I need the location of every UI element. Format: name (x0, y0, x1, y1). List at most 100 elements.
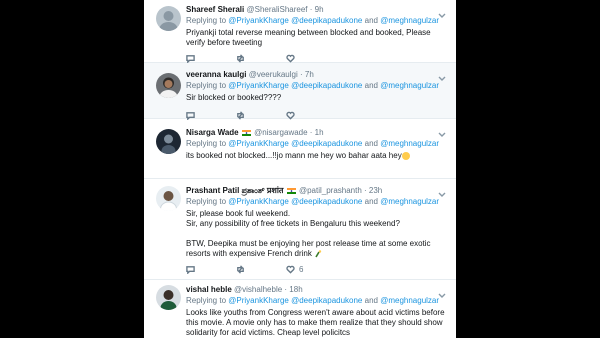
replying-label: Replying to (186, 197, 227, 206)
display-name[interactable]: Shareef Sherali (186, 5, 244, 14)
tweet-text-line: Sir blocked or booked???? (186, 93, 282, 102)
retweet-icon (237, 265, 244, 274)
tweet[interactable]: veeranna kaulgi @veerukaulgi · 7h Replyi… (144, 63, 456, 120)
handle[interactable]: @nisargawade (254, 128, 307, 137)
reply-button[interactable] (186, 265, 195, 274)
tweet-text-line: its booked not blocked...!!jo mann me he… (186, 151, 402, 160)
like-button[interactable]: 6 (286, 265, 303, 274)
and-label: and (364, 16, 378, 25)
mention-link[interactable]: @meghnagulzar (380, 296, 439, 305)
tweet-text: its booked not blocked...!!jo mann me he… (186, 151, 446, 161)
replying-to: Replying to @PriyankKharge @deepikapaduk… (186, 139, 446, 149)
reply-icon (186, 55, 195, 63)
handle[interactable]: @vishalheble (234, 285, 282, 294)
tweet-text-line: Sir, please book ful weekend. (186, 209, 291, 218)
handle[interactable]: @patil_prashanth (299, 186, 362, 195)
like-count: 6 (299, 265, 304, 274)
tweet-text-line: BTW, Deepika must be enjoying her post r… (186, 239, 431, 258)
tweet-text: Priyankji total reverse meaning between … (186, 28, 446, 48)
india-flag-icon (241, 129, 251, 136)
champagne-emoji-icon (315, 250, 322, 258)
mention-link[interactable]: @meghnagulzar (380, 81, 439, 90)
reply-icon (186, 266, 195, 274)
like-icon (286, 54, 295, 63)
reply-thread: Shareef Sherali @SheraliShareef · 9h Rep… (144, 0, 456, 338)
mention-link[interactable]: @PriyankKharge (228, 296, 289, 305)
mention-link[interactable]: @meghnagulzar (380, 139, 439, 148)
mention-link[interactable]: @deepikapadukone (291, 16, 362, 25)
mention-link[interactable]: @PriyankKharge (228, 16, 289, 25)
display-name[interactable]: Prashant Patil ಪ್ರಶಾಂತ್ प्रशांत (186, 186, 283, 195)
mention-link[interactable]: @deepikapadukone (291, 139, 362, 148)
replying-label: Replying to (186, 296, 227, 305)
timestamp[interactable]: · 23h (364, 186, 382, 195)
tweet[interactable]: Nisarga Wade @nisargawade · 1h Replying … (144, 119, 456, 179)
replying-label: Replying to (186, 139, 227, 148)
tweet-text: Sir blocked or booked???? (186, 93, 446, 103)
display-name[interactable]: vishal heble (186, 285, 232, 294)
replying-label: Replying to (186, 16, 227, 25)
replying-to: Replying to @PriyankKharge @deepikapaduk… (186, 197, 446, 207)
tweet-header: veeranna kaulgi @veerukaulgi · 7h (186, 70, 446, 80)
tweet-header: Shareef Sherali @SheraliShareef · 9h (186, 5, 446, 15)
display-name[interactable]: veeranna kaulgi (186, 70, 246, 79)
caret-down-icon (438, 192, 446, 197)
display-name[interactable]: Nisarga Wade (186, 128, 239, 137)
mention-link[interactable]: @deepikapadukone (291, 81, 362, 90)
avatar[interactable] (156, 6, 181, 31)
and-label: and (364, 139, 378, 148)
avatar[interactable] (156, 129, 181, 154)
avatar[interactable] (156, 285, 181, 310)
caret-down-icon (438, 76, 446, 81)
mention-link[interactable]: @deepikapadukone (291, 197, 362, 206)
tweet[interactable]: Shareef Sherali @SheraliShareef · 9h Rep… (144, 0, 456, 63)
and-label: and (364, 296, 378, 305)
tweet-menu-button[interactable] (438, 6, 446, 18)
tweet[interactable]: Prashant Patil ಪ್ರಶಾಂತ್ प्रशांत @patil_p… (144, 179, 456, 280)
and-label: and (364, 197, 378, 206)
tweet-menu-button[interactable] (438, 69, 446, 81)
tweet-header: Prashant Patil ಪ್ರಶಾಂತ್ प्रशांत @patil_p… (186, 186, 446, 196)
mention-link[interactable]: @meghnagulzar (380, 16, 439, 25)
tweet-text-line: Sir, any possibility of free tickets in … (186, 219, 400, 228)
handle[interactable]: @SheraliShareef (246, 5, 307, 14)
timestamp[interactable]: · 1h (310, 128, 324, 137)
timestamp[interactable]: · 7h (300, 70, 314, 79)
mention-link[interactable]: @PriyankKharge (228, 197, 289, 206)
replying-to: Replying to @PriyankKharge @deepikapaduk… (186, 81, 446, 91)
timestamp[interactable]: · 18h (284, 285, 302, 294)
tweet-text: Looks like youths from Congress weren't … (186, 308, 446, 338)
tweet-menu-button[interactable] (438, 286, 446, 298)
india-flag-icon (286, 187, 296, 194)
avatar[interactable] (156, 186, 181, 211)
laughing-emoji-icon (401, 151, 410, 160)
tweet-text-line: Looks like youths from Congress weren't … (186, 308, 445, 337)
tweet-actions: 6 (186, 265, 446, 275)
like-button[interactable] (286, 54, 299, 63)
tweet-header: vishal heble @vishalheble · 18h (186, 285, 446, 295)
like-icon (286, 265, 295, 274)
mention-link[interactable]: @deepikapadukone (291, 296, 362, 305)
replying-to: Replying to @PriyankKharge @deepikapaduk… (186, 296, 446, 306)
avatar[interactable] (156, 73, 181, 98)
tweet-menu-button[interactable] (438, 185, 446, 197)
replying-label: Replying to (186, 81, 227, 90)
retweet-icon (237, 54, 244, 63)
tweet-text: Sir, please book ful weekend. Sir, any p… (186, 209, 446, 259)
tweet[interactable]: vishal heble @vishalheble · 18h Replying… (144, 280, 456, 338)
timestamp[interactable]: · 9h (310, 5, 324, 14)
and-label: and (364, 81, 378, 90)
retweet-button[interactable] (236, 265, 245, 274)
caret-down-icon (438, 132, 446, 137)
caret-down-icon (438, 293, 446, 298)
mention-link[interactable]: @PriyankKharge (228, 139, 289, 148)
tweet-text-line: Priyankji total reverse meaning between … (186, 28, 431, 47)
tweet-menu-button[interactable] (438, 125, 446, 137)
replying-to: Replying to @PriyankKharge @deepikapaduk… (186, 16, 446, 26)
retweet-button[interactable] (236, 54, 245, 63)
tweet-header: Nisarga Wade @nisargawade · 1h (186, 128, 446, 138)
mention-link[interactable]: @PriyankKharge (228, 81, 289, 90)
mention-link[interactable]: @meghnagulzar (380, 197, 439, 206)
handle[interactable]: @veerukaulgi (249, 70, 298, 79)
reply-button[interactable] (186, 54, 195, 63)
